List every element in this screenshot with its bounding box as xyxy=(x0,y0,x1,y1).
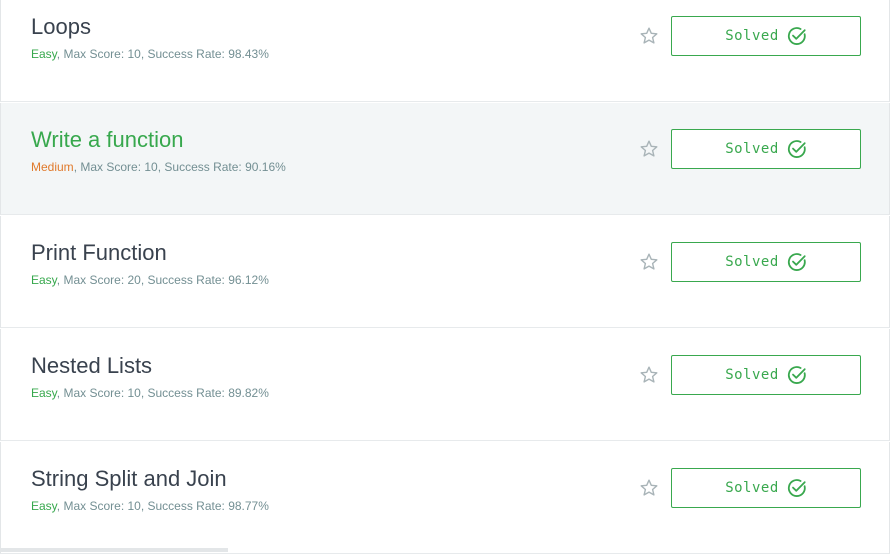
star-icon[interactable] xyxy=(639,478,659,498)
scroll-edge-divider xyxy=(0,548,228,552)
challenge-meta: Easy, Max Score: 10, Success Rate: 89.82… xyxy=(31,386,269,400)
difficulty-label: Easy xyxy=(31,273,57,287)
score-rate-text: , Max Score: 10, Success Rate: 90.16% xyxy=(73,160,286,174)
star-icon[interactable] xyxy=(639,252,659,272)
challenge-meta: Easy, Max Score: 10, Success Rate: 98.77… xyxy=(31,499,269,513)
difficulty-label: Medium xyxy=(31,160,74,174)
challenge-card[interactable]: String Split and Join Easy, Max Score: 1… xyxy=(0,442,890,554)
challenge-card[interactable]: Write a function Medium, Max Score: 10, … xyxy=(0,103,890,215)
challenge-card[interactable]: Loops Easy, Max Score: 10, Success Rate:… xyxy=(0,0,890,102)
solved-button[interactable]: Solved xyxy=(671,468,861,508)
check-circle-icon xyxy=(787,140,806,158)
check-circle-icon xyxy=(787,253,806,271)
score-rate-text: , Max Score: 10, Success Rate: 98.77% xyxy=(56,499,269,513)
difficulty-label: Easy xyxy=(31,386,57,400)
challenge-card[interactable]: Nested Lists Easy, Max Score: 10, Succes… xyxy=(0,329,890,441)
solved-button[interactable]: Solved xyxy=(671,355,861,395)
challenge-title[interactable]: String Split and Join xyxy=(31,466,227,492)
challenge-title[interactable]: Write a function xyxy=(31,127,183,153)
difficulty-label: Easy xyxy=(31,499,57,513)
challenge-title[interactable]: Nested Lists xyxy=(31,353,152,379)
challenge-title[interactable]: Loops xyxy=(31,14,91,40)
solved-label: Solved xyxy=(725,254,779,270)
challenge-meta: Easy, Max Score: 10, Success Rate: 98.43… xyxy=(31,47,269,61)
score-rate-text: , Max Score: 10, Success Rate: 98.43% xyxy=(56,47,269,61)
check-circle-icon xyxy=(787,479,806,497)
challenge-card[interactable]: Print Function Easy, Max Score: 20, Succ… xyxy=(0,216,890,328)
solved-label: Solved xyxy=(725,480,779,496)
solved-label: Solved xyxy=(725,367,779,383)
solved-button[interactable]: Solved xyxy=(671,16,861,56)
challenge-list: Loops Easy, Max Score: 10, Success Rate:… xyxy=(0,0,892,554)
star-icon[interactable] xyxy=(639,365,659,385)
check-circle-icon xyxy=(787,27,806,45)
difficulty-label: Easy xyxy=(31,47,57,61)
solved-label: Solved xyxy=(725,28,779,44)
star-icon[interactable] xyxy=(639,139,659,159)
solved-button[interactable]: Solved xyxy=(671,242,861,282)
score-rate-text: , Max Score: 20, Success Rate: 96.12% xyxy=(56,273,269,287)
challenge-meta: Easy, Max Score: 20, Success Rate: 96.12… xyxy=(31,273,269,287)
check-circle-icon xyxy=(787,366,806,384)
star-icon[interactable] xyxy=(639,26,659,46)
solved-button[interactable]: Solved xyxy=(671,129,861,169)
challenge-title[interactable]: Print Function xyxy=(31,240,167,266)
score-rate-text: , Max Score: 10, Success Rate: 89.82% xyxy=(56,386,269,400)
challenge-meta: Medium, Max Score: 10, Success Rate: 90.… xyxy=(31,160,286,174)
solved-label: Solved xyxy=(725,141,779,157)
